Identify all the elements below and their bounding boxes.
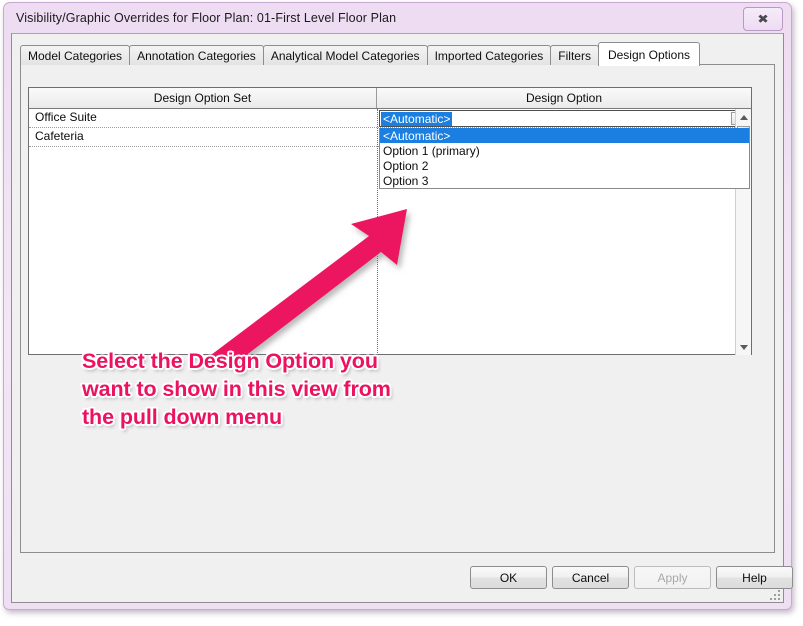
column-header-design-option-set[interactable]: Design Option Set	[29, 88, 377, 108]
scroll-up-button[interactable]	[736, 109, 751, 125]
tab-annotation-categories[interactable]: Annotation Categories	[129, 45, 264, 65]
close-button[interactable]: ✖	[743, 7, 783, 31]
title-bar: Visibility/Graphic Overrides for Floor P…	[4, 3, 791, 37]
combobox-selected-value: <Automatic>	[381, 111, 453, 126]
design-option-set-name: Cafeteria	[35, 129, 84, 143]
help-button[interactable]: Help	[716, 566, 793, 589]
dialog-button-bar: OK Cancel Apply Help	[12, 566, 793, 590]
dropdown-item-automatic[interactable]: <Automatic>	[380, 128, 749, 143]
cancel-button[interactable]: Cancel	[552, 566, 629, 589]
column-header-design-option[interactable]: Design Option	[377, 88, 751, 108]
apply-button: Apply	[634, 566, 711, 589]
design-option-set-name: Office Suite	[35, 110, 97, 124]
dropdown-item-option-3[interactable]: Option 3	[380, 173, 749, 188]
grid-header-row: Design Option Set Design Option	[29, 88, 751, 109]
dialog-window: Visibility/Graphic Overrides for Floor P…	[3, 2, 793, 610]
scroll-down-button[interactable]	[736, 339, 751, 355]
design-options-grid: Design Option Set Design Option Office S…	[28, 87, 752, 355]
tab-filters[interactable]: Filters	[550, 45, 599, 65]
tab-analytical-model-categories[interactable]: Analytical Model Categories	[262, 45, 428, 65]
dropdown-item-option-1[interactable]: Option 1 (primary)	[380, 143, 749, 158]
resize-grip[interactable]	[768, 588, 780, 600]
dialog-client-area: Model Categories Annotation Categories A…	[11, 33, 793, 603]
triangle-up-icon	[739, 114, 748, 120]
grid-body: Office Suite Cafeteria <Automatic> <Auto…	[29, 109, 751, 355]
design-option-dropdown-list[interactable]: <Automatic> Option 1 (primary) Option 2 …	[379, 128, 750, 189]
dropdown-item-option-2[interactable]: Option 2	[380, 158, 749, 173]
triangle-down-icon	[739, 344, 748, 350]
close-icon: ✖	[757, 12, 769, 26]
ok-button[interactable]: OK	[470, 566, 547, 589]
window-title: Visibility/Graphic Overrides for Floor P…	[16, 11, 397, 25]
tab-strip: Model Categories Annotation Categories A…	[20, 42, 701, 66]
design-options-tab-page: Design Option Set Design Option Office S…	[20, 64, 775, 553]
tab-design-options[interactable]: Design Options	[597, 42, 701, 66]
tab-imported-categories[interactable]: Imported Categories	[426, 45, 552, 65]
annotation-text: Select the Design Option you want to sho…	[82, 349, 391, 429]
tab-model-categories[interactable]: Model Categories	[20, 45, 131, 65]
design-option-combobox[interactable]: <Automatic>	[379, 110, 750, 127]
